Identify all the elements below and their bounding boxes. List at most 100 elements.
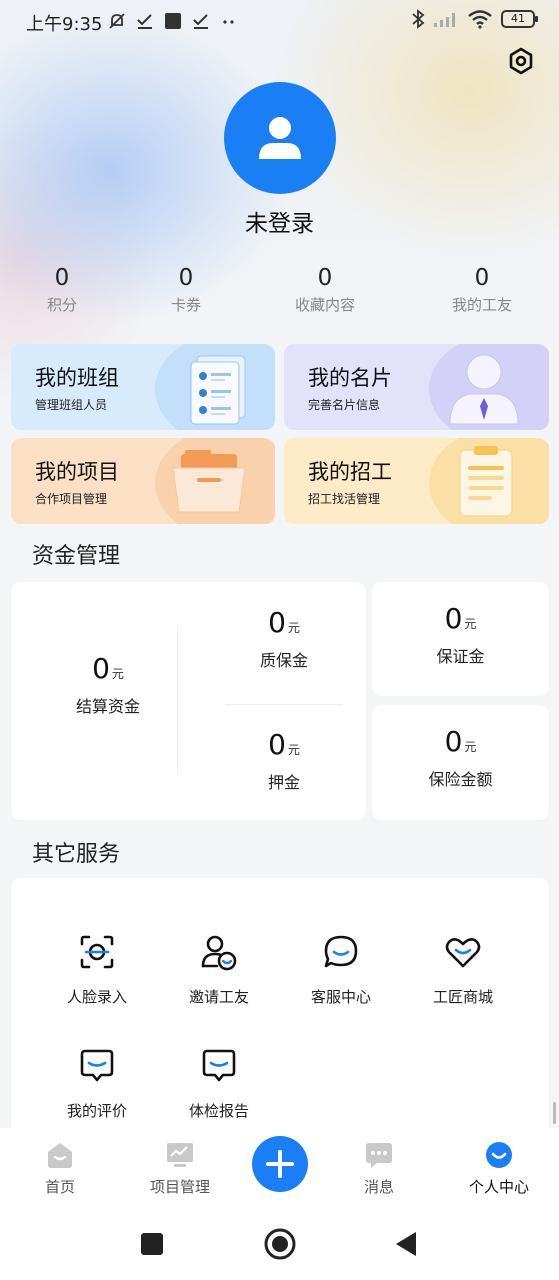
home-icon [48, 1143, 72, 1168]
stat-label: 卡券 [170, 296, 201, 314]
service-customer-center[interactable]: 客服中心 [281, 932, 401, 1007]
stats-row: 0 积分 0 卡券 0 收藏内容 0 我的工友 [0, 264, 559, 324]
service-label: 邀请工友 [188, 988, 249, 1006]
check-download-icon [193, 14, 208, 29]
service-label: 工匠商城 [432, 988, 493, 1006]
folder-box-icon [172, 450, 246, 513]
card-my-recruit[interactable]: 我的招工 招工找活管理 [284, 438, 549, 524]
home-circle-icon[interactable] [263, 1227, 297, 1261]
settlement-funds[interactable]: 0元 结算资金 [43, 652, 173, 717]
stat-favorites[interactable]: 0 收藏内容 [270, 264, 380, 315]
funds-main-panel: 0元 结算资金 0元 质保金 0元 押金 [11, 582, 366, 820]
service-face-entry[interactable]: 人脸录入 [37, 932, 157, 1007]
card-subtitle: 完善名片信息 [308, 398, 381, 412]
amount-unit: 元 [287, 621, 300, 635]
project-icon [167, 1143, 193, 1167]
tab-label: 个人中心 [468, 1178, 529, 1196]
review-icon [80, 1049, 114, 1082]
tab-project-management[interactable]: 项目管理 [135, 1140, 225, 1197]
username[interactable]: 未登录 [0, 204, 559, 238]
plus-icon [266, 1150, 294, 1178]
amount-value: 0 [268, 606, 286, 639]
clipboard-icon [459, 446, 513, 517]
amount-label: 质保金 [259, 651, 308, 670]
status-time: 上午9:35 [26, 14, 103, 35]
amount-value: 0 [92, 652, 110, 685]
amount-value: 0 [268, 728, 286, 761]
service-invite-coworker[interactable]: 邀请工友 [159, 932, 279, 1007]
card-title: 我的班组 [35, 366, 119, 390]
app-square-icon [165, 13, 181, 29]
amount-unit: 元 [287, 743, 300, 757]
divider [225, 704, 343, 705]
service-health-report[interactable]: 体检报告 [159, 1046, 279, 1121]
divider [177, 626, 178, 774]
avatar[interactable] [224, 82, 336, 194]
stat-value: 0 [474, 265, 490, 291]
add-button[interactable] [252, 1136, 308, 1192]
service-label: 我的评价 [66, 1102, 127, 1120]
status-bar: 上午9:35 41 [0, 0, 559, 44]
stat-value: 0 [178, 265, 194, 291]
signal-icon [434, 13, 455, 27]
insurance-amount: 0元 保险金额 [372, 725, 549, 790]
chat-bubble-icon [324, 935, 358, 968]
bluetooth-icon [412, 9, 425, 29]
invite-user-icon [201, 935, 237, 971]
report-icon [202, 1049, 236, 1082]
tab-personal-center[interactable]: 个人中心 [454, 1140, 544, 1197]
tab-home[interactable]: 首页 [15, 1140, 105, 1197]
scrollbar[interactable] [553, 1102, 556, 1124]
amount-label: 保证金 [436, 647, 485, 666]
amount-value: 0 [444, 602, 463, 635]
tab-messages[interactable]: 消息 [334, 1140, 424, 1197]
funds-section-title: 资金管理 [32, 544, 121, 569]
stat-label: 我的工友 [451, 296, 512, 314]
business-person-icon [449, 354, 519, 425]
card-title: 我的项目 [35, 460, 119, 484]
amount-label: 押金 [267, 773, 300, 792]
insurance-panel[interactable]: 0元 保险金额 [372, 705, 549, 820]
amount-unit: 元 [464, 740, 477, 754]
card-my-namecard[interactable]: 我的名片 完善名片信息 [284, 344, 549, 430]
back-triangle-icon[interactable] [394, 1230, 418, 1258]
notification-icons [108, 10, 238, 32]
system-navigation-bar [0, 1210, 559, 1280]
guarantee-panel[interactable]: 0元 保证金 [372, 582, 549, 696]
team-roster-icon [190, 355, 246, 425]
amount-label: 结算资金 [75, 697, 140, 716]
card-subtitle: 合作项目管理 [35, 492, 108, 506]
stat-label: 积分 [46, 296, 77, 314]
service-my-reviews[interactable]: 我的评价 [37, 1046, 157, 1121]
card-title: 我的名片 [308, 366, 392, 390]
tab-label: 首页 [44, 1178, 75, 1196]
stat-label: 收藏内容 [294, 296, 355, 314]
stat-coupons[interactable]: 0 卡券 [131, 264, 241, 315]
user-silhouette-icon [259, 117, 301, 159]
check-download-icon [137, 14, 152, 29]
card-subtitle: 管理班组人员 [35, 398, 108, 412]
battery-indicator: 41 [501, 10, 538, 28]
amount-unit: 元 [464, 617, 477, 631]
card-my-team[interactable]: 我的班组 管理班组人员 [11, 344, 275, 430]
settings-hexagon-icon[interactable] [506, 46, 536, 76]
service-label: 体检报告 [188, 1102, 249, 1120]
service-craftsman-mall[interactable]: 工匠商城 [403, 932, 523, 1007]
service-label: 客服中心 [310, 988, 371, 1006]
warranty-funds[interactable]: 0元 质保金 [219, 606, 349, 671]
services-panel: 人脸录入 邀请工友 客服中心 工匠商城 我的评价 体检报告 [11, 878, 549, 1138]
deposit-funds[interactable]: 0元 押金 [219, 728, 349, 793]
tab-label: 消息 [363, 1178, 394, 1196]
bottom-tab-bar: 首页 项目管理 消息 个人中心 [0, 1128, 559, 1210]
service-label: 人脸录入 [66, 988, 127, 1006]
stat-points[interactable]: 0 积分 [7, 264, 117, 315]
guarantee-funds: 0元 保证金 [372, 602, 549, 667]
tab-label: 项目管理 [149, 1178, 210, 1196]
card-subtitle: 招工找活管理 [308, 492, 381, 506]
recent-apps-icon[interactable] [140, 1232, 164, 1256]
mute-bell-icon [109, 13, 125, 29]
card-my-project[interactable]: 我的项目 合作项目管理 [11, 438, 275, 524]
amount-unit: 元 [111, 667, 124, 681]
profile-icon [486, 1142, 512, 1168]
stat-coworkers[interactable]: 0 我的工友 [427, 264, 537, 315]
